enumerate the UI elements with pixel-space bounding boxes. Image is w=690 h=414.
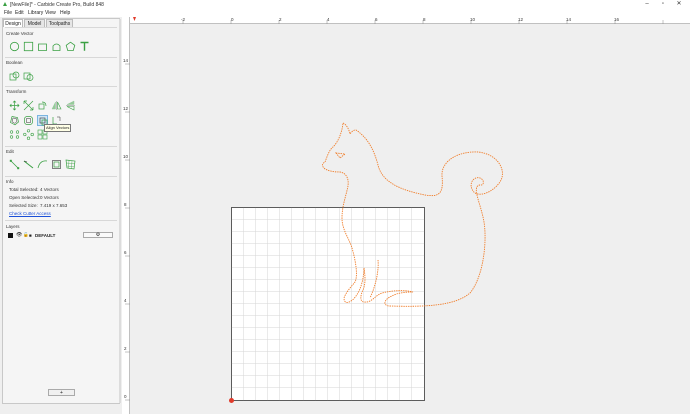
ruler-label: 8	[124, 202, 127, 207]
ruler-label: 4	[327, 17, 330, 22]
ruler-label: 14	[566, 17, 572, 22]
ruler-label: 0	[124, 394, 127, 399]
ruler-label: 4	[124, 298, 127, 303]
ruler-pointer	[133, 17, 136, 21]
ruler-label: 8	[423, 17, 426, 22]
ruler-ticks	[125, 17, 664, 401]
ruler-label: 0	[231, 17, 234, 22]
ruler-label: 2	[279, 17, 282, 22]
ruler-label: 14	[123, 58, 129, 63]
ruler-label: 10	[470, 17, 476, 22]
ruler-label: -2	[181, 17, 186, 22]
ruler-label: 12	[518, 17, 524, 22]
ruler-label: 16	[614, 17, 620, 22]
ruler-label: 2	[124, 346, 127, 351]
ruler-label: 12	[123, 106, 129, 111]
ruler-label: 6	[124, 250, 127, 255]
ruler-label: 6	[375, 17, 378, 22]
ruler-label: 10	[123, 154, 129, 159]
